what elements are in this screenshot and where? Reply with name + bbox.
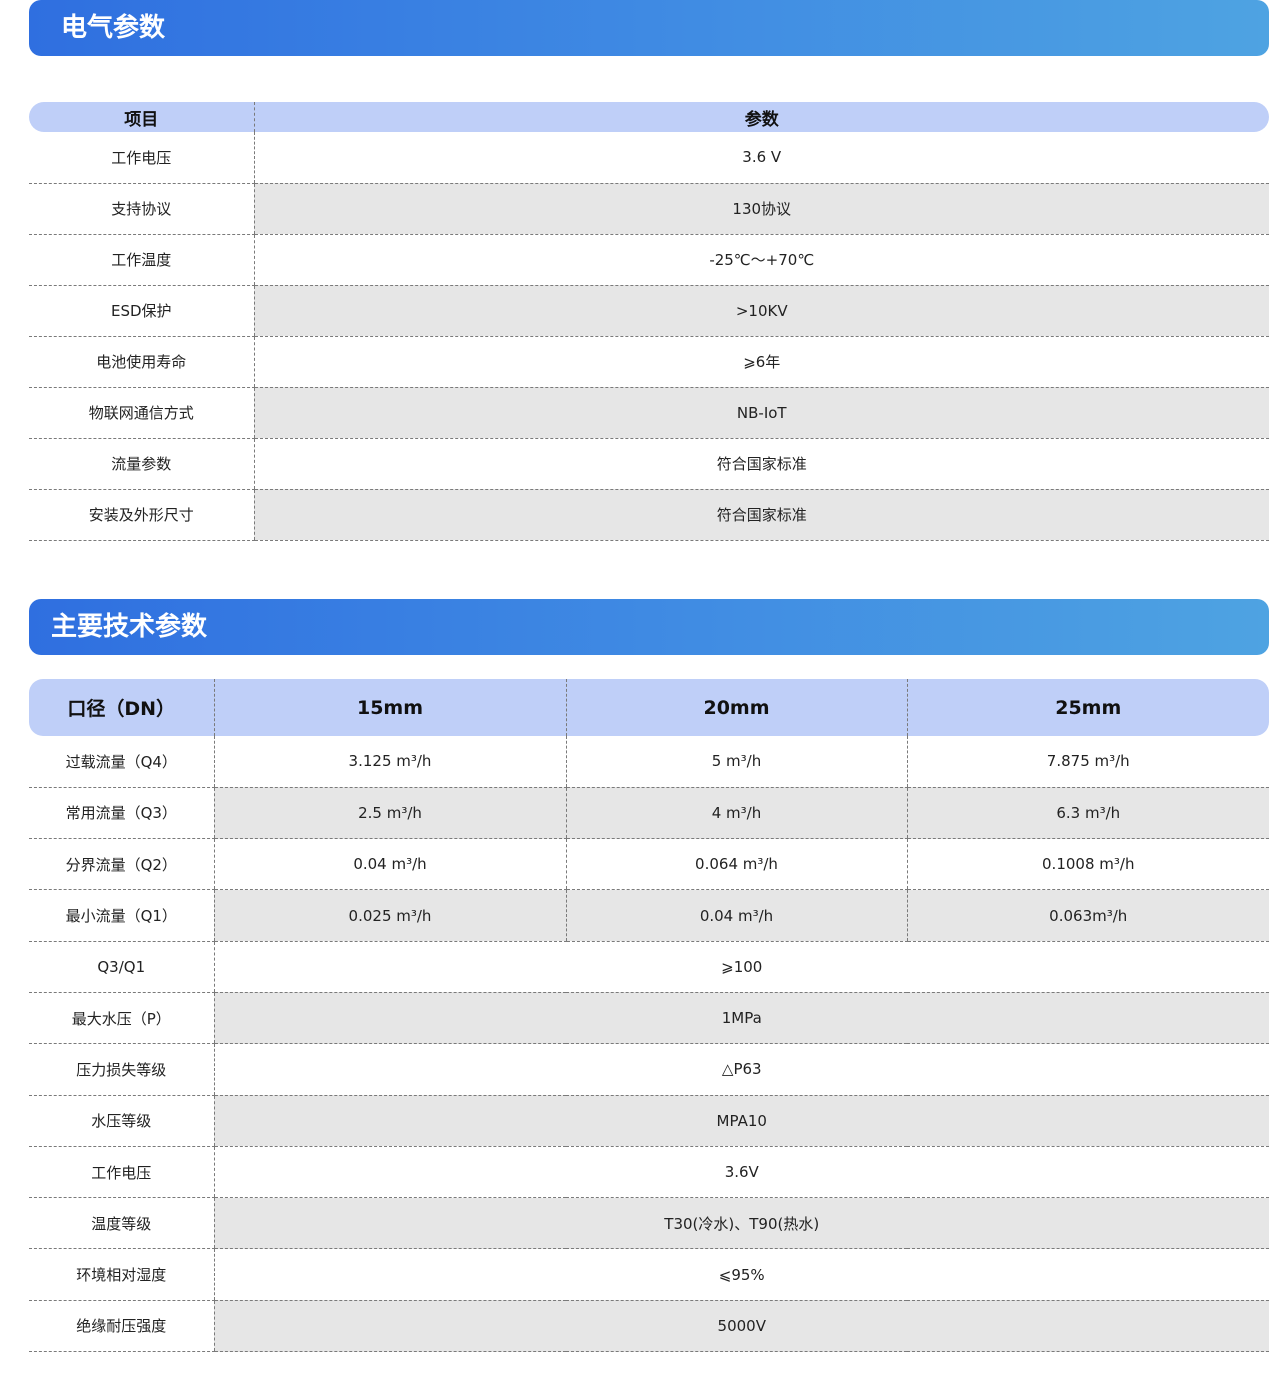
table-row: 水压等级 MPA10 — [29, 1095, 1269, 1147]
row-value: 130协议 — [253, 183, 1269, 235]
row-value: 0.04 m³/h — [565, 889, 907, 942]
row-label: 常用流量（Q3） — [29, 787, 214, 840]
row-value: 3.6 V — [253, 132, 1269, 184]
header-item: 项目 — [29, 102, 254, 132]
section-banner-technical: 主要技术参数 — [29, 599, 1269, 655]
header-diameter: 口径（DN） — [29, 679, 214, 736]
table-row: 压力损失等级 △P63 — [29, 1043, 1269, 1096]
header-15mm: 15mm — [213, 679, 566, 736]
header-20mm: 20mm — [565, 679, 907, 736]
row-label: 水压等级 — [29, 1095, 214, 1147]
header-param: 参数 — [253, 102, 1269, 132]
row-value: ⩾6年 — [253, 336, 1269, 388]
row-label: Q3/Q1 — [29, 941, 214, 993]
table-row: 电池使用寿命 ⩾6年 — [29, 336, 1269, 388]
table-row: 环境相对湿度 ⩽95% — [29, 1248, 1269, 1301]
row-value: 符合国家标准 — [253, 438, 1269, 490]
section-title: 主要技术参数 — [51, 612, 208, 642]
row-label: 安装及外形尺寸 — [29, 489, 254, 541]
row-value: 4 m³/h — [565, 787, 907, 840]
row-label: 过载流量（Q4） — [29, 736, 214, 788]
table-row: 最小流量（Q1） 0.025 m³/h 0.04 m³/h 0.063m³/h — [29, 889, 1269, 942]
table-row: 工作电压 3.6V — [29, 1146, 1269, 1199]
row-value: △P63 — [213, 1043, 1269, 1096]
table-row: 物联网通信方式 NB-IoT — [29, 387, 1269, 439]
row-value: 0.063m³/h — [906, 889, 1269, 942]
row-value: 0.1008 m³/h — [906, 838, 1269, 891]
table-row: 常用流量（Q3） 2.5 m³/h 4 m³/h 6.3 m³/h — [29, 787, 1269, 840]
row-label: 工作温度 — [29, 234, 254, 286]
row-value: 1MPa — [213, 992, 1269, 1045]
electrical-params-table: 项目 参数 工作电压 3.6 V 支持协议 130协议 工作温度 -25℃～+7… — [29, 102, 1269, 541]
table-row: 安装及外形尺寸 符合国家标准 — [29, 489, 1269, 541]
row-label: ESD保护 — [29, 285, 254, 337]
row-label: 最小流量（Q1） — [29, 889, 214, 942]
row-label: 最大水压（P） — [29, 992, 214, 1045]
row-value: 3.6V — [213, 1146, 1269, 1199]
row-value: MPA10 — [213, 1095, 1269, 1147]
row-label: 环境相对湿度 — [29, 1248, 214, 1301]
row-value: 0.064 m³/h — [565, 838, 907, 891]
row-label: 绝缘耐压强度 — [29, 1300, 214, 1353]
table-header-row: 口径（DN） 15mm 20mm 25mm — [29, 679, 1269, 736]
table-row: ESD保护 >10KV — [29, 285, 1269, 337]
row-value: 7.875 m³/h — [906, 736, 1269, 788]
row-value: 5000V — [213, 1300, 1269, 1353]
table-row: 分界流量（Q2） 0.04 m³/h 0.064 m³/h 0.1008 m³/… — [29, 838, 1269, 891]
row-value: 5 m³/h — [565, 736, 907, 788]
row-value: 2.5 m³/h — [213, 787, 566, 840]
row-value: ⩽95% — [213, 1248, 1269, 1301]
row-label: 温度等级 — [29, 1197, 214, 1250]
table-row: Q3/Q1 ⩾100 — [29, 941, 1269, 993]
technical-params-table: 口径（DN） 15mm 20mm 25mm 过载流量（Q4） 3.125 m³/… — [29, 679, 1269, 1353]
row-value: T30(冷水)、T90(热水) — [213, 1197, 1269, 1250]
table-header-row: 项目 参数 — [29, 102, 1269, 132]
row-value: ⩾100 — [213, 941, 1269, 993]
table-row: 温度等级 T30(冷水)、T90(热水) — [29, 1197, 1269, 1250]
row-label: 工作电压 — [29, 132, 254, 184]
table-row: 过载流量（Q4） 3.125 m³/h 5 m³/h 7.875 m³/h — [29, 736, 1269, 788]
section-banner-electrical: 电气参数 — [29, 0, 1269, 56]
row-label: 电池使用寿命 — [29, 336, 254, 388]
table-row: 支持协议 130协议 — [29, 183, 1269, 235]
row-value: >10KV — [253, 285, 1269, 337]
row-value: 符合国家标准 — [253, 489, 1269, 541]
row-value: 6.3 m³/h — [906, 787, 1269, 840]
row-value: NB-IoT — [253, 387, 1269, 439]
table-row: 绝缘耐压强度 5000V — [29, 1300, 1269, 1353]
row-value: 0.025 m³/h — [213, 889, 566, 942]
table-row: 最大水压（P） 1MPa — [29, 992, 1269, 1045]
row-label: 工作电压 — [29, 1146, 214, 1199]
table-row: 工作温度 -25℃～+70℃ — [29, 234, 1269, 286]
row-value: 0.04 m³/h — [213, 838, 566, 891]
row-label: 物联网通信方式 — [29, 387, 254, 439]
row-value: -25℃～+70℃ — [253, 234, 1269, 286]
row-value: 3.125 m³/h — [213, 736, 566, 788]
section-title: 电气参数 — [61, 13, 166, 43]
row-label: 支持协议 — [29, 183, 254, 235]
header-25mm: 25mm — [906, 679, 1269, 736]
row-label: 流量参数 — [29, 438, 254, 490]
table-row: 工作电压 3.6 V — [29, 132, 1269, 184]
row-label: 压力损失等级 — [29, 1043, 214, 1096]
table-row: 流量参数 符合国家标准 — [29, 438, 1269, 490]
row-label: 分界流量（Q2） — [29, 838, 214, 891]
